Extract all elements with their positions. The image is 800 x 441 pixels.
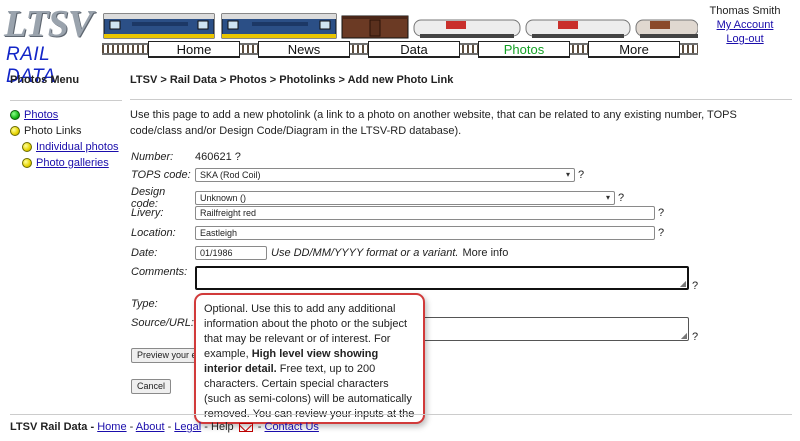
sidebar-item-label: Photo Links bbox=[24, 125, 82, 137]
sidebar-item-individual-photos[interactable]: Individual photos bbox=[10, 139, 122, 155]
type-label: Type: bbox=[131, 298, 158, 310]
date-input[interactable]: 01/1986 bbox=[195, 246, 267, 260]
number-value: 460621 bbox=[195, 151, 232, 163]
resize-handle-icon[interactable]: ◢ bbox=[681, 332, 687, 340]
yellow-dot-icon bbox=[22, 142, 32, 152]
help-icon[interactable]: ? bbox=[235, 151, 241, 163]
help-icon[interactable]: ? bbox=[618, 192, 624, 204]
location-input[interactable]: Eastleigh bbox=[195, 226, 655, 240]
livery-row: Livery: Railfreight red ? bbox=[131, 206, 664, 220]
more-info-link[interactable]: More info bbox=[462, 247, 508, 259]
sidebar-item-label[interactable]: Photos bbox=[24, 109, 58, 121]
help-icon[interactable]: ? bbox=[692, 331, 698, 343]
site-logo[interactable]: LTSV RAIL DATA bbox=[4, 3, 104, 87]
help-icon[interactable]: ? bbox=[578, 169, 584, 181]
footer-divider bbox=[10, 414, 792, 415]
chevron-down-icon: ▾ bbox=[565, 170, 570, 179]
tops-code-select[interactable]: SKA (Rod Coil) ▾ bbox=[195, 168, 575, 182]
footer-separator: - bbox=[204, 421, 208, 433]
livery-label: Livery: bbox=[131, 207, 164, 219]
green-dot-icon bbox=[10, 110, 20, 120]
yellow-dot-icon bbox=[10, 126, 20, 136]
site-footer: LTSV Rail Data - Home - About - Legal - … bbox=[10, 421, 319, 433]
yellow-dot-icon bbox=[22, 158, 32, 168]
number-row: Number: 460621 ? bbox=[131, 151, 241, 163]
footer-legal-link[interactable]: Legal bbox=[174, 421, 201, 433]
sidebar-item-photos[interactable]: Photos bbox=[10, 107, 122, 123]
tops-code-value: SKA (Rod Coil) bbox=[200, 170, 261, 180]
logo-ltsv-text: LTSV bbox=[4, 3, 93, 45]
location-label: Location: bbox=[131, 227, 176, 239]
sidebar-divider bbox=[10, 100, 122, 101]
resize-handle-icon[interactable]: ◢ bbox=[680, 280, 686, 288]
design-code-value: Unknown () bbox=[200, 193, 247, 203]
sidebar-item-label[interactable]: Individual photos bbox=[36, 141, 119, 153]
footer-home-link[interactable]: Home bbox=[97, 421, 126, 433]
footer-separator: - bbox=[129, 421, 134, 433]
design-code-select[interactable]: Unknown () ▾ bbox=[195, 191, 615, 205]
photos-sidebar: Photos Menu Photos Photo Links Individua… bbox=[10, 74, 122, 171]
help-icon[interactable]: ? bbox=[692, 280, 698, 292]
tops-code-row: TOPS code: SKA (Rod Coil) ▾ ? bbox=[131, 168, 584, 182]
comments-label: Comments: bbox=[131, 266, 188, 278]
footer-contact-link[interactable]: Contact Us bbox=[265, 421, 319, 433]
date-label: Date: bbox=[131, 247, 158, 259]
footer-separator: - bbox=[257, 421, 262, 433]
date-format-hint: Use DD/MM/YYYY format or a variant. bbox=[271, 247, 459, 259]
livery-input[interactable]: Railfreight red bbox=[195, 206, 655, 220]
footer-separator: - bbox=[167, 421, 172, 433]
sidebar-title: Photos Menu bbox=[10, 74, 80, 86]
source-url-label: Source/URL: bbox=[131, 317, 194, 329]
location-row: Location: Eastleigh ? bbox=[131, 226, 664, 240]
comments-help-tooltip: Optional. Use this to add any additional… bbox=[194, 293, 425, 424]
chevron-down-icon: ▾ bbox=[605, 193, 610, 202]
date-row: Date: 01/1986 Use DD/MM/YYYY format or a… bbox=[131, 246, 508, 260]
comments-row: Comments: ◢ ? bbox=[131, 266, 698, 292]
tops-code-label: TOPS code: bbox=[131, 169, 191, 181]
help-icon[interactable]: ? bbox=[658, 227, 664, 239]
footer-brand: LTSV Rail Data - bbox=[10, 421, 95, 433]
sidebar-item-photo-links: Photo Links bbox=[10, 123, 122, 139]
help-icon[interactable]: ? bbox=[658, 207, 664, 219]
footer-help-text: Help bbox=[211, 421, 234, 433]
comments-textarea[interactable]: ◢ bbox=[195, 266, 689, 290]
footer-about-link[interactable]: About bbox=[136, 421, 165, 433]
cancel-button[interactable]: Cancel bbox=[131, 379, 172, 394]
sidebar-item-label[interactable]: Photo galleries bbox=[36, 157, 109, 169]
mail-icon bbox=[238, 422, 253, 432]
sidebar-item-photo-galleries[interactable]: Photo galleries bbox=[10, 155, 122, 171]
type-row: Type: bbox=[131, 298, 195, 310]
number-label: Number: bbox=[131, 151, 174, 163]
